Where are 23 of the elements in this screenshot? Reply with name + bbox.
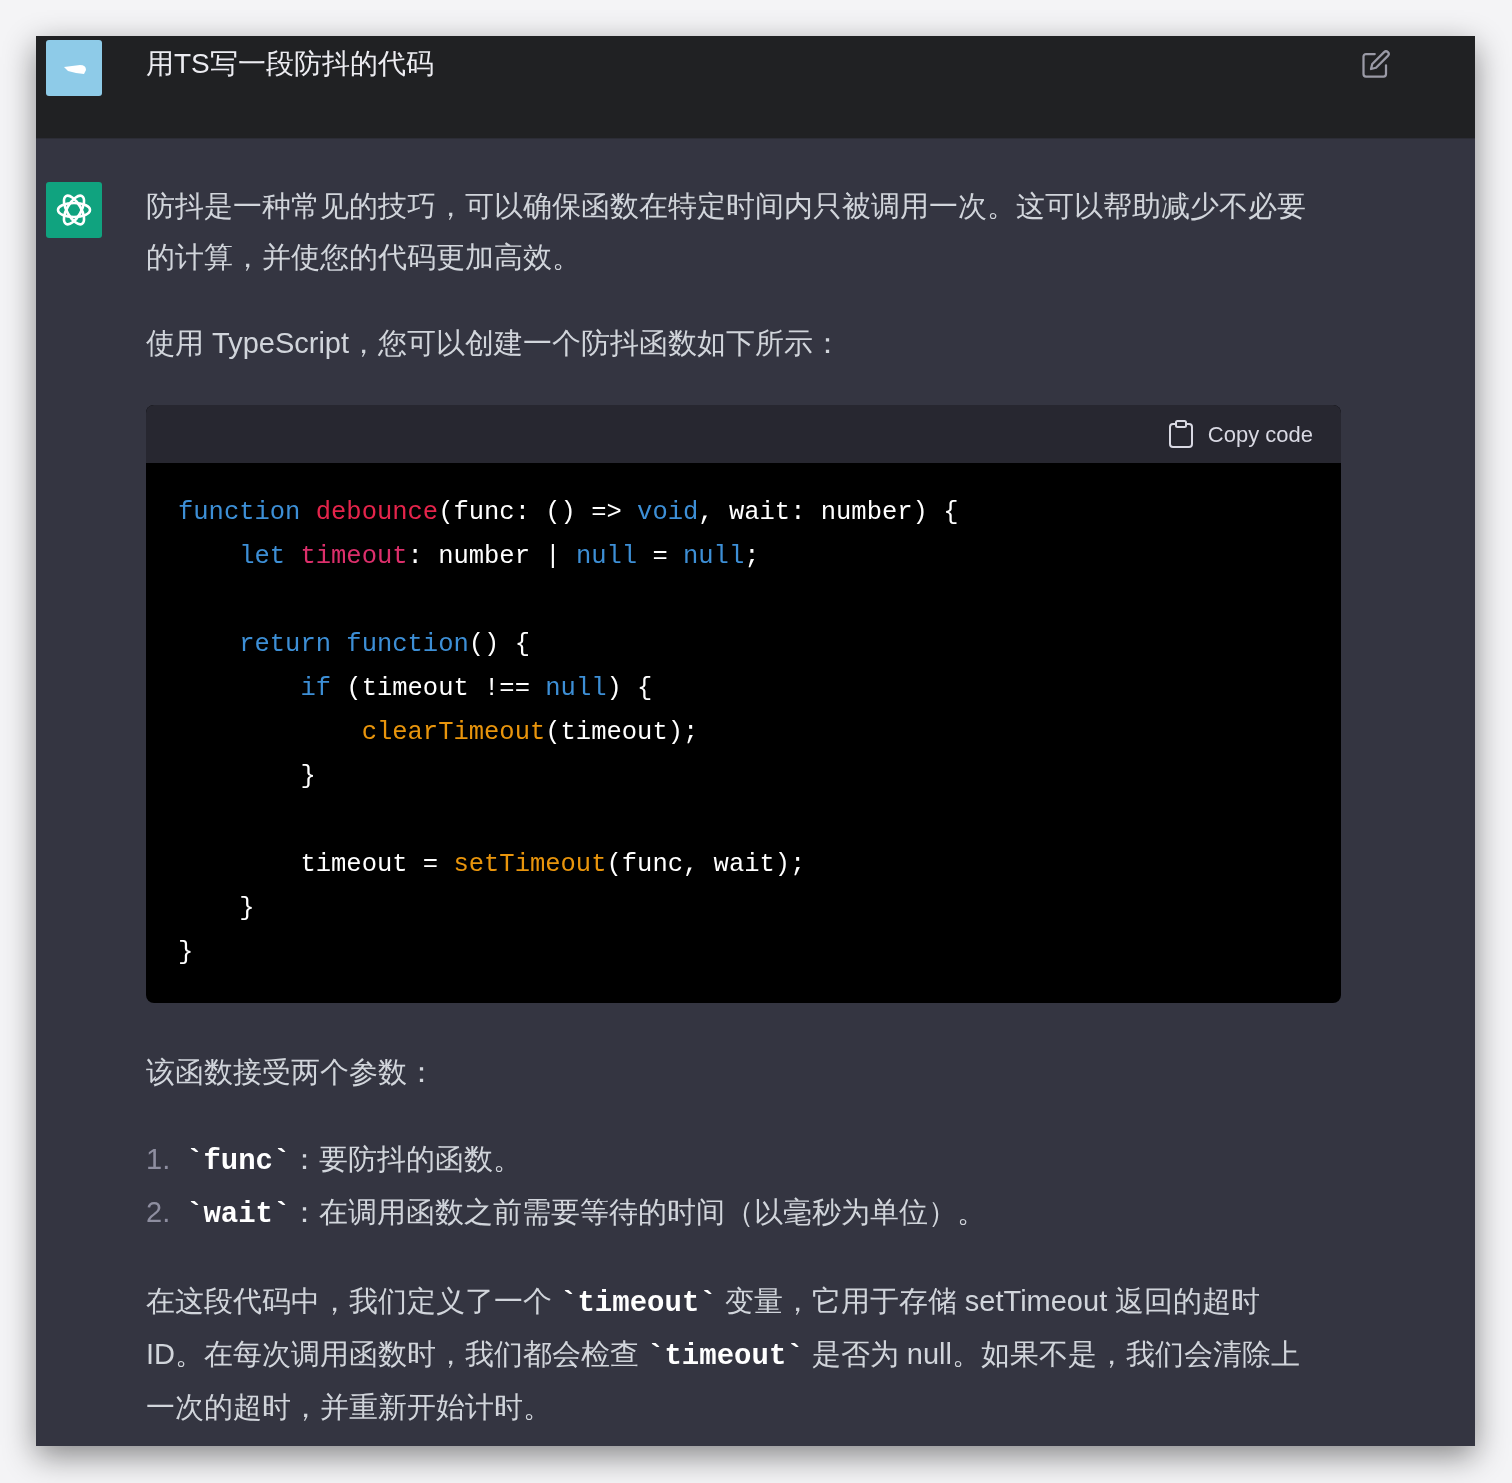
code-line: let timeout: number | null = null; <box>238 541 761 573</box>
code-line: } <box>178 937 195 969</box>
list-item-text: `wait`：在调用函数之前需要等待的时间（以毫秒为单位）。 <box>186 1195 987 1233</box>
clipboard-icon <box>1167 420 1194 448</box>
code-line: } <box>299 761 317 793</box>
answer-paragraph: 该函数接受两个参数： <box>146 1055 437 1090</box>
list-number: 1. <box>146 1142 172 1177</box>
answer-paragraph: 使用 TypeScript，您可以创建一个防抖函数如下所示： <box>146 326 844 361</box>
code-line: function debounce(func: () => void, wait: number) { <box>178 497 960 529</box>
answer-paragraph: 在这段代码中，我们定义了一个 `timeout` 变量，它用于存储 setTimeout 返回的超时 ID。在每次调用函数时，我们都会检查 `timeout` 是否为 null。如果不是，我们会清除上一次的超时，并重新开始计时。 <box>146 1284 1301 1425</box>
code-line: if (timeout !== null) { <box>299 673 654 705</box>
code-line: timeout = setTimeout(func, wait); <box>299 849 807 881</box>
answer-paragraph: 防抖是一种常见的技巧，可以确保函数在特定时间内只被调用一次。这可以帮助减少不必要的计算，并使您的代码更加高效。 <box>146 189 1307 275</box>
list-number: 2. <box>146 1195 172 1230</box>
question-text: 用TS写一段防抖的代码 <box>146 47 435 81</box>
code-line: clearTimeout(timeout); <box>360 717 700 749</box>
code-line: return function() { <box>238 629 531 661</box>
edit-icon[interactable] <box>1361 49 1391 79</box>
code-line: } <box>238 893 256 925</box>
assistant-logo-icon <box>46 182 102 238</box>
copy-code-button[interactable]: Copy code <box>1167 408 1313 460</box>
list-item-text: `func`：要防抖的函数。 <box>186 1142 523 1180</box>
user-avatar-icon <box>46 40 102 96</box>
